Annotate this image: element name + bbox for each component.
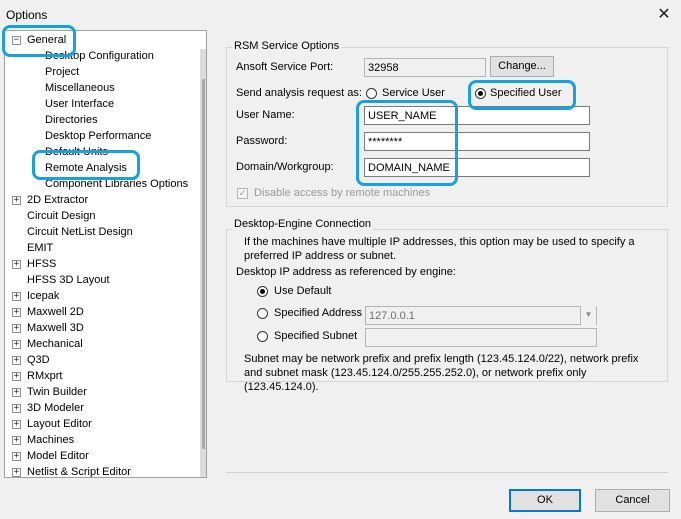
specified-user-radio[interactable] — [475, 88, 486, 99]
password-label: Password: — [236, 135, 288, 147]
rsm-group-title: RSM Service Options — [232, 40, 342, 52]
tree-item-miscellaneous[interactable]: Miscellaneous — [45, 81, 115, 96]
engine-group-title: Desktop-Engine Connection — [232, 218, 373, 230]
tree-item-label: Netlist & Script Editor — [27, 466, 131, 478]
tree-item-label: Model Editor — [27, 450, 89, 462]
tree-item-directories[interactable]: Directories — [45, 113, 98, 128]
specified-address-combo: 127.0.0.1 — [365, 306, 597, 325]
expand-icon[interactable]: + — [12, 340, 21, 349]
expand-icon[interactable]: + — [12, 324, 21, 333]
tree-item-label: HFSS — [27, 258, 57, 270]
tree-item-emit[interactable]: EMIT — [27, 241, 53, 256]
tree-item-label: Layout Editor — [27, 418, 92, 430]
tree-item-remote-analysis[interactable]: Remote Analysis — [45, 161, 127, 176]
expand-icon[interactable]: + — [12, 452, 21, 461]
domain-field[interactable]: DOMAIN_NAME — [364, 158, 590, 177]
footer-divider — [226, 472, 668, 473]
password-field[interactable]: ******** — [364, 132, 590, 151]
collapse-icon[interactable]: − — [12, 36, 21, 45]
tree-item-label: Maxwell 3D — [27, 322, 84, 334]
use-default-radio[interactable] — [257, 286, 268, 297]
tree-item-label: Mechanical — [27, 338, 83, 350]
ok-button[interactable]: OK — [509, 489, 581, 512]
expand-icon[interactable]: + — [12, 468, 21, 477]
cancel-button[interactable]: Cancel — [595, 489, 670, 512]
tree-item-circuit-netlist-design[interactable]: Circuit NetList Design — [27, 225, 133, 240]
change-port-button[interactable]: Change... — [490, 56, 554, 77]
send-as-label: Send analysis request as: — [236, 87, 362, 99]
disable-access-label: Disable access by remote machines — [254, 187, 431, 199]
window-title: Options — [6, 8, 48, 22]
expand-icon[interactable]: + — [12, 196, 21, 205]
expand-icon[interactable]: + — [12, 308, 21, 317]
specified-subnet-label[interactable]: Specified Subnet — [274, 330, 357, 342]
tree-item-circuit-design[interactable]: Circuit Design — [27, 209, 95, 224]
service-user-label[interactable]: Service User — [382, 87, 445, 99]
specified-subnet-radio[interactable] — [257, 331, 268, 342]
specified-address-label[interactable]: Specified Address — [274, 307, 362, 319]
specified-user-label[interactable]: Specified User — [490, 87, 562, 99]
options-tree[interactable]: − General Desktop Configuration Project … — [4, 30, 207, 478]
expand-icon[interactable]: + — [12, 356, 21, 365]
expand-icon[interactable]: + — [12, 388, 21, 397]
expand-icon[interactable]: + — [12, 420, 21, 429]
tree-item-label: 3D Modeler — [27, 402, 84, 414]
username-label: User Name: — [236, 109, 295, 121]
tree-item-desktop-performance[interactable]: Desktop Performance — [45, 129, 151, 144]
title-bar: Options ✕ — [0, 0, 681, 30]
expand-icon[interactable]: + — [12, 372, 21, 381]
domain-label: Domain/Workgroup: — [236, 161, 334, 173]
expand-icon[interactable]: + — [12, 260, 21, 269]
ip-label: Desktop IP address as referenced by engi… — [236, 266, 456, 278]
expand-icon[interactable]: + — [12, 404, 21, 413]
tree-item-label: Maxwell 2D — [27, 306, 84, 318]
tree-scrollbar-thumb[interactable] — [202, 79, 205, 449]
tree-item-default-units[interactable]: Default Units — [45, 145, 108, 160]
tree-item-user-interface[interactable]: User Interface — [45, 97, 114, 112]
subnet-note: Subnet may be network prefix and prefix … — [244, 353, 639, 393]
tree-item-project[interactable]: Project — [45, 65, 79, 80]
specified-address-radio[interactable] — [257, 308, 268, 319]
port-label: Ansoft Service Port: — [236, 61, 334, 73]
port-field: 32958 — [364, 58, 486, 77]
tree-item-hfss-3d-layout[interactable]: HFSS 3D Layout — [27, 273, 110, 288]
chevron-down-icon: ▼ — [580, 306, 596, 325]
username-field[interactable]: USER_NAME — [364, 106, 590, 125]
tree-item-label: Twin Builder — [27, 386, 87, 398]
tree-item-component-libraries-options[interactable]: Component Libraries Options — [45, 177, 188, 192]
specified-subnet-field — [365, 328, 597, 347]
tree-item-label: Q3D — [27, 354, 50, 366]
service-user-radio[interactable] — [366, 88, 377, 99]
expand-icon[interactable]: + — [12, 436, 21, 445]
tree-item-label: General — [27, 34, 67, 46]
tree-item-desktop-configuration[interactable]: Desktop Configuration — [45, 49, 154, 64]
disable-access-checkbox[interactable]: ✓ — [237, 188, 248, 199]
tree-item-label: 2D Extractor — [27, 194, 89, 206]
close-icon[interactable]: ✕ — [648, 2, 680, 28]
tree-item-label: RMxprt — [27, 370, 63, 382]
engine-info-text: If the machines have multiple IP address… — [244, 236, 635, 262]
use-default-label[interactable]: Use Default — [274, 285, 331, 297]
tree-item-label: Icepak — [27, 290, 60, 302]
expand-icon[interactable]: + — [12, 292, 21, 301]
tree-item-label: Machines — [27, 434, 75, 446]
